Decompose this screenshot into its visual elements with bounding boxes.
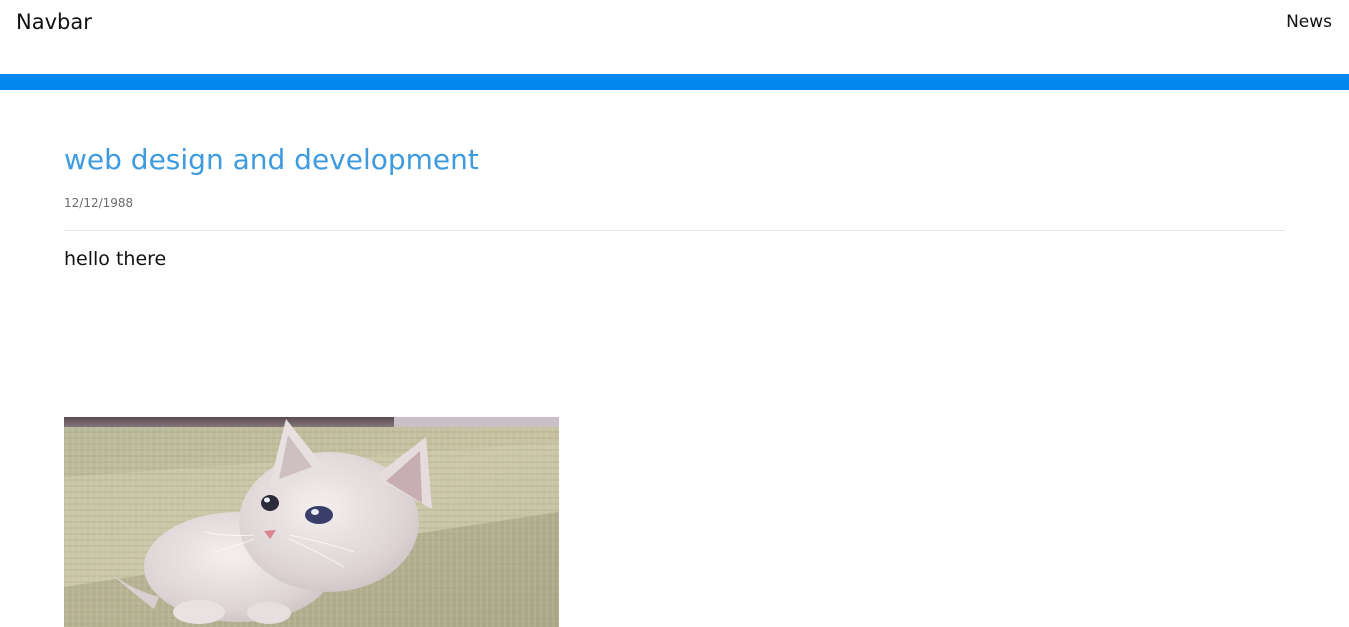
divider bbox=[64, 230, 1285, 231]
article-title: web design and development bbox=[64, 143, 479, 176]
accent-bar bbox=[0, 74, 1349, 90]
article-date: 12/12/1988 bbox=[64, 196, 134, 210]
navbar: Navbar News bbox=[0, 0, 1349, 74]
nav-link-news[interactable]: News bbox=[1286, 12, 1332, 32]
navbar-brand[interactable]: Navbar bbox=[16, 9, 92, 35]
kitten-illustration bbox=[64, 417, 559, 627]
article-body: hello there bbox=[64, 248, 167, 270]
kitten-photo bbox=[64, 417, 559, 627]
